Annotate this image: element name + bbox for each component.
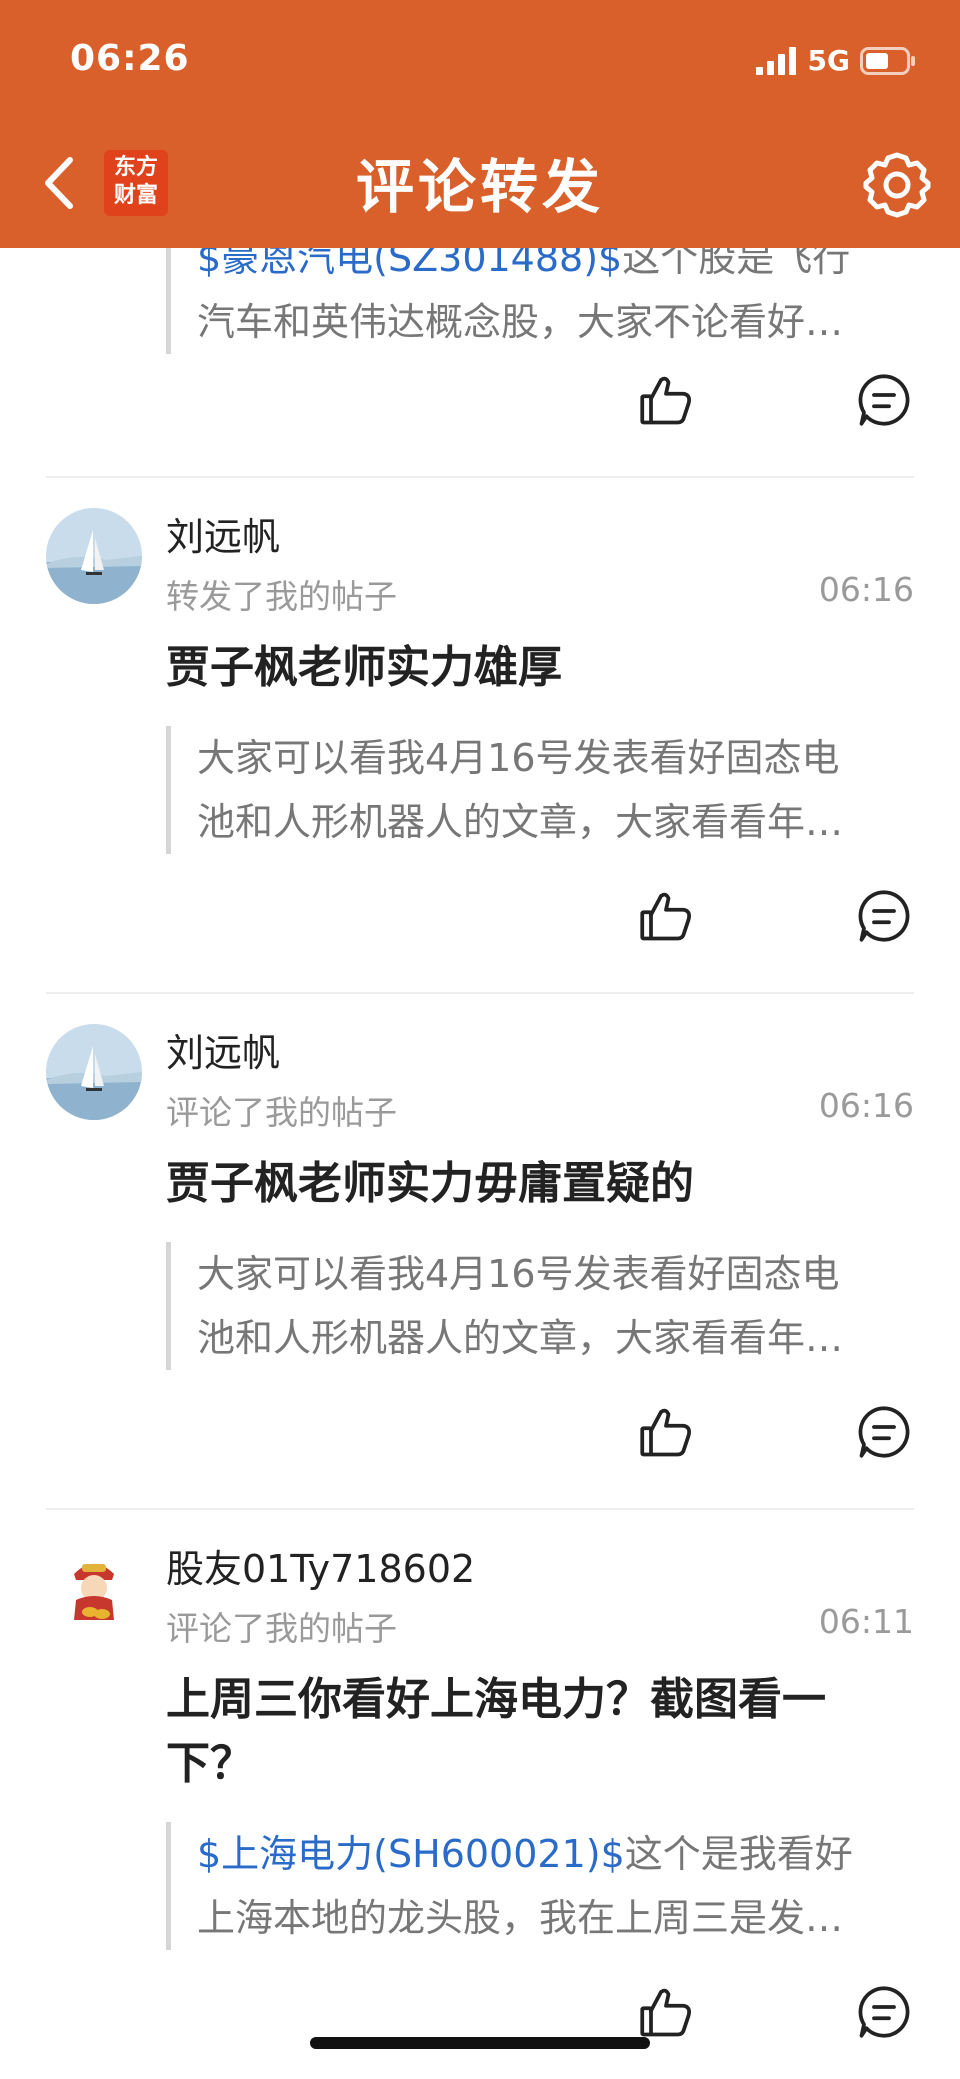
gear-icon[interactable] xyxy=(862,150,932,220)
thumbs-up-icon[interactable] xyxy=(636,370,696,430)
user-name[interactable]: 刘远帆 xyxy=(166,1022,280,1077)
user-name[interactable]: 刘远帆 xyxy=(166,506,280,561)
action-text: 转发了我的帖子 xyxy=(166,577,397,616)
comment-text[interactable]: 贾子枫老师实力雄厚 xyxy=(166,636,886,700)
user-name[interactable]: 股友01Ty718602 xyxy=(166,1538,475,1593)
thumbs-up-icon[interactable] xyxy=(636,886,696,946)
comment-icon[interactable] xyxy=(854,1982,914,2042)
home-indicator[interactable] xyxy=(310,2037,650,2049)
comment-icon[interactable] xyxy=(854,886,914,946)
quoted-post[interactable]: 大家可以看我4月16号发表看好固态电 池和人形机器人的文章，大家看看年… xyxy=(166,1242,914,1370)
app-header: 06:26 5G 东方 财富 评论转发 xyxy=(0,0,960,248)
stock-link[interactable]: $上海电力(SH600021)$ xyxy=(197,1832,625,1876)
signal-icon xyxy=(755,46,796,75)
comment-icon[interactable] xyxy=(854,370,914,430)
thumbs-up-icon[interactable] xyxy=(636,1402,696,1462)
comment-text[interactable]: 贾子枫老师实力毋庸置疑的 xyxy=(166,1152,886,1216)
divider xyxy=(46,1508,914,1510)
quoted-post[interactable]: $上海电力(SH600021)$这个是我看好 上海本地的龙头股，我在上周三是发… xyxy=(166,1822,914,1950)
network-label: 5G xyxy=(807,44,850,77)
timestamp: 06:11 xyxy=(818,1602,914,1641)
status-indicators: 5G xyxy=(755,44,916,77)
quoted-post[interactable]: 大家可以看我4月16号发表看好固态电 池和人形机器人的文章，大家看看年… xyxy=(166,726,914,854)
page-title: 评论转发 xyxy=(355,153,604,221)
divider xyxy=(46,476,914,478)
action-text: 评论了我的帖子 xyxy=(166,1093,397,1132)
divider xyxy=(46,992,914,994)
avatar[interactable] xyxy=(46,508,142,604)
avatar[interactable] xyxy=(46,1540,142,1636)
thumbs-up-icon[interactable] xyxy=(636,1982,696,2042)
action-text: 评论了我的帖子 xyxy=(166,1609,397,1648)
avatar[interactable] xyxy=(46,1024,142,1120)
timestamp: 06:16 xyxy=(818,1086,914,1125)
comment-icon[interactable] xyxy=(854,1402,914,1462)
battery-icon xyxy=(860,46,915,75)
status-time: 06:26 xyxy=(70,38,190,79)
comment-text[interactable]: 上周三你看好上海电力？截图看一下？ xyxy=(166,1668,886,1796)
timestamp: 06:16 xyxy=(818,570,914,609)
